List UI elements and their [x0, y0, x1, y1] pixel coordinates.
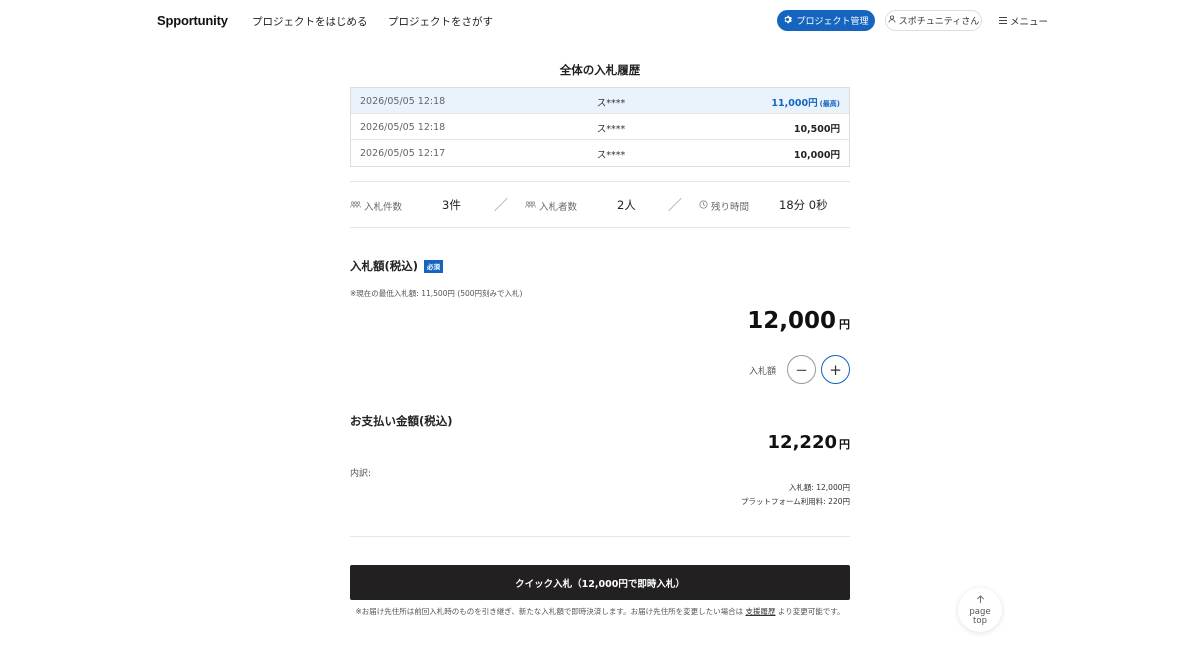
increase-bid-button[interactable]: + — [821, 355, 850, 384]
table-row: 2026/05/05 12:17 ス**** 10,000円 — [351, 140, 849, 166]
bid-amount: 10,000円 — [793, 150, 840, 161]
menu-button[interactable]: メニュー — [999, 14, 1048, 28]
bidder-name: ス**** — [596, 98, 626, 109]
bid-count-icon — [350, 200, 361, 212]
bidders-label: 入札者数 — [525, 199, 577, 213]
quick-bid-button[interactable]: クイック入札（12,000円で即時入札） — [350, 565, 850, 600]
decrease-bid-button[interactable]: − — [787, 355, 816, 384]
user-label: スポチュニティさん — [898, 17, 980, 27]
remaining-time-label: 残り時間 — [699, 199, 749, 213]
required-badge: 必須 — [424, 259, 444, 273]
project-manage-button[interactable]: プロジェクト管理 — [777, 10, 875, 31]
bid-count-label: 入札件数 — [350, 199, 402, 213]
gear-icon — [783, 15, 793, 27]
bid-amount-heading: 入札額(税込) 必須 — [350, 258, 444, 274]
arrow-up-icon — [976, 594, 985, 608]
bid-date: 2026/05/05 12:17 — [360, 148, 446, 159]
payment-heading: お支払い金額(税込) — [350, 414, 453, 428]
bid-amount-number: 12,000 — [747, 308, 836, 334]
bid-date: 2026/05/05 12:18 — [360, 96, 446, 107]
payment-amount-number: 12,220 — [767, 432, 837, 453]
bidder-name: ス**** — [596, 150, 626, 161]
table-row: 2026/05/05 12:18 ス**** 10,500円 — [351, 114, 849, 140]
breakdown-fee-line: プラットフォーム利用料: 220円 — [740, 497, 850, 506]
user-icon — [888, 15, 896, 26]
clock-icon — [699, 200, 708, 212]
bid-history-title: 全体の入札履歴 — [559, 63, 641, 77]
page-top-button[interactable]: page top — [958, 588, 1002, 632]
divider — [350, 536, 850, 537]
stat-separator: ／ — [668, 198, 682, 214]
header: Spportunity プロジェクトをはじめる プロジェクトをさがす プロジェク… — [0, 0, 1200, 40]
bidders-value: 2人 — [617, 198, 636, 212]
payment-amount-display: 12,220 円 — [768, 432, 850, 453]
bid-amount-display: 12,000 円 — [747, 308, 850, 334]
project-manage-label: プロジェクト管理 — [796, 17, 869, 27]
highest-tag: (最高) — [819, 100, 840, 108]
bidders-icon — [525, 200, 536, 212]
hamburger-icon — [999, 16, 1007, 27]
bid-history-table: 2026/05/05 12:18 ス**** 11,000円 (最高) 2026/… — [350, 87, 850, 167]
breakdown-label: 内訳: — [350, 469, 372, 479]
support-history-link[interactable]: 支援履歴 — [746, 607, 776, 616]
bid-count-value: 3件 — [442, 198, 461, 212]
bid-stats: 入札件数 3件 ／ 入札者数 2人 ／ 残り時間 18分 0秒 — [350, 181, 850, 228]
bidder-name: ス**** — [596, 124, 626, 135]
bid-date: 2026/05/05 12:18 — [360, 122, 446, 133]
min-bid-note: ※現在の最低入札額: 11,500円 (500円刻みで入札) — [350, 289, 523, 298]
bid-amount: 10,500円 — [793, 124, 840, 135]
menu-label: メニュー — [1010, 17, 1049, 28]
bid-amount: 11,000円 (最高) — [771, 98, 840, 109]
page-top-line2: top — [973, 615, 987, 626]
stepper-label: 入札額 — [749, 367, 777, 377]
bid-amount-unit: 円 — [839, 318, 850, 331]
table-row: 2026/05/05 12:18 ス**** 11,000円 (最高) — [351, 88, 849, 114]
breakdown-bid-line: 入札額: 12,000円 — [788, 483, 850, 492]
plus-icon: + — [829, 360, 842, 379]
nav-search-project[interactable]: プロジェクトをさがす — [388, 14, 493, 29]
stat-separator: ／ — [494, 198, 508, 214]
nav-start-project[interactable]: プロジェクトをはじめる — [252, 14, 368, 29]
quick-bid-note: ※お届け先住所は前回入札時のものを引き継ぎ、新たな入札額で即時決済します。お届け… — [355, 607, 845, 616]
minus-icon: − — [795, 360, 808, 379]
logo[interactable]: Spportunity — [157, 13, 228, 28]
remaining-time-value: 18分 0秒 — [779, 198, 828, 212]
user-button[interactable]: スポチュニティさん — [885, 10, 982, 31]
payment-amount-unit: 円 — [839, 438, 850, 451]
